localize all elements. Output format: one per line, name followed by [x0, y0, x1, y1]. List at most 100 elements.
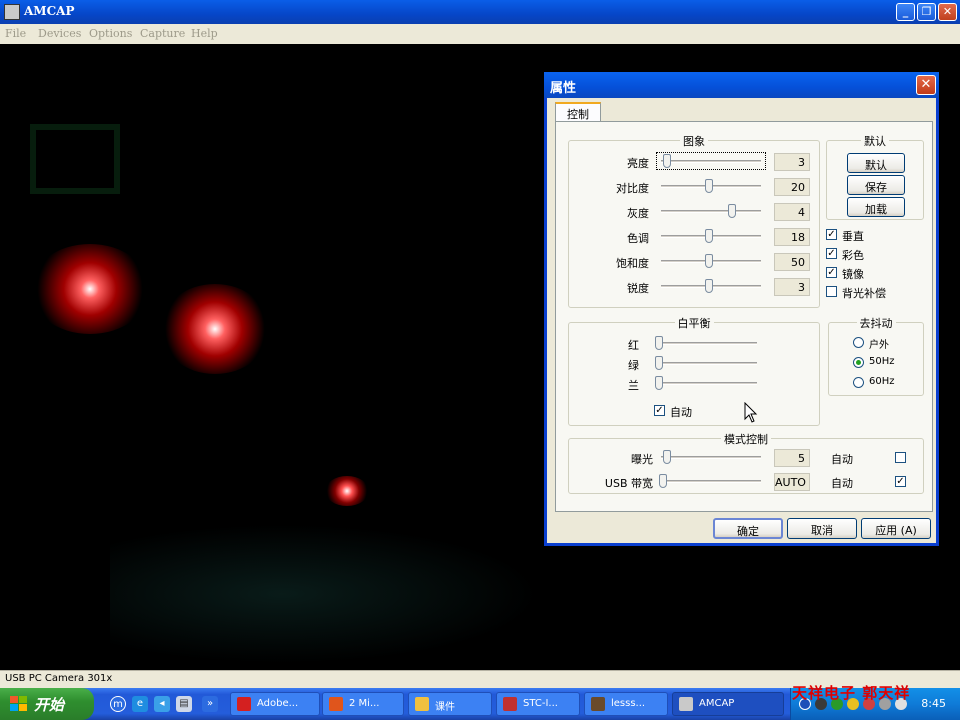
default-group: 默认 默认 保存 加载 [826, 135, 924, 220]
task-amcap[interactable]: AMCAP [672, 692, 784, 716]
slider-thumb[interactable] [705, 279, 714, 293]
image-row-label: 对比度 [616, 182, 649, 195]
option-checkbox[interactable] [826, 286, 837, 297]
task-office[interactable]: 2 Mi... [322, 692, 404, 716]
mode-auto-checkbox[interactable] [895, 452, 906, 463]
menu-bar: File Devices Options Capture Help [0, 24, 960, 44]
image-slider[interactable] [657, 253, 765, 269]
menu-devices[interactable]: Devices [38, 27, 81, 40]
lesson-icon [591, 697, 605, 711]
ok-button[interactable]: 确定 [713, 518, 783, 539]
option-checkbox[interactable]: ✓ [826, 267, 837, 278]
image-value-box: 18 [774, 228, 810, 246]
slider-thumb[interactable] [662, 450, 671, 464]
flicker-radio[interactable] [853, 337, 864, 348]
windows-logo-icon [10, 696, 28, 712]
slider-thumb[interactable] [662, 154, 671, 168]
apply-button[interactable]: 应用 (A) [861, 518, 931, 539]
slider-track [661, 480, 761, 483]
anti-flicker-group: 去抖动 户外 50Hz 60Hz [828, 317, 924, 396]
cancel-button[interactable]: 取消 [787, 518, 857, 539]
option-checkbox[interactable]: ✓ [826, 248, 837, 259]
ie-icon[interactable]: e [132, 696, 148, 712]
messenger-icon[interactable]: m [110, 696, 126, 712]
task-stc[interactable]: STC-I... [496, 692, 580, 716]
white-balance-label: 红 [628, 339, 639, 352]
start-button[interactable]: 开始 [0, 688, 94, 720]
mode-slider[interactable] [657, 449, 765, 465]
dialog-close-button[interactable]: ✕ [916, 75, 936, 95]
mode-row-label: USB 带宽 [604, 477, 653, 490]
image-slider[interactable] [657, 203, 765, 219]
slider-thumb[interactable] [655, 356, 663, 370]
image-group: 图象 亮度 3 对比度 20 灰度 4 色调 18 饱和度 50 锐度 3 [568, 135, 820, 308]
document-icon[interactable]: ▤ [176, 696, 192, 712]
mode-value-box: AUTO [774, 473, 810, 491]
slider-thumb[interactable] [659, 474, 667, 488]
slider-track [657, 342, 757, 345]
image-slider[interactable] [656, 152, 766, 170]
white-balance-slider[interactable] [653, 335, 761, 351]
image-slider[interactable] [657, 178, 765, 194]
start-label: 开始 [34, 696, 65, 714]
task-lesson[interactable]: lesss... [584, 692, 668, 716]
slider-thumb[interactable] [705, 254, 714, 268]
image-slider[interactable] [657, 228, 765, 244]
office-icon [329, 697, 343, 711]
flicker-radio[interactable] [853, 377, 864, 388]
image-slider[interactable] [657, 278, 765, 294]
image-value-box: 3 [774, 153, 810, 171]
watermark-text: 天祥电子 郭天祥 [792, 684, 911, 702]
task-adobe[interactable]: Adobe... [230, 692, 320, 716]
white-balance-label: 绿 [628, 359, 639, 372]
menu-help[interactable]: Help [191, 27, 218, 40]
menu-options[interactable]: Options [89, 27, 132, 40]
show-more-icon[interactable]: » [202, 696, 218, 712]
white-balance-auto-checkbox[interactable]: ✓ [654, 405, 665, 416]
default-button[interactable]: 默认 [847, 153, 905, 173]
mode-auto-label: 自动 [831, 477, 853, 490]
flicker-radio-label: 60Hz [869, 376, 895, 387]
media-icon[interactable]: ◂ [154, 696, 170, 712]
mode-slider[interactable] [657, 473, 765, 489]
dialog-title-bar[interactable]: 属性 ✕ [544, 72, 939, 98]
option-checkbox[interactable]: ✓ [826, 229, 837, 240]
menu-capture[interactable]: Capture [140, 27, 185, 40]
image-group-title: 图象 [680, 135, 708, 148]
mode-auto-label: 自动 [831, 453, 853, 466]
close-button[interactable]: ✕ [938, 3, 957, 21]
task-folder[interactable]: 课件 [408, 692, 492, 716]
folder-icon [415, 697, 429, 711]
tab-control[interactable]: 控制 [555, 102, 601, 122]
load-button[interactable]: 加载 [847, 197, 905, 217]
mode-row-label: 曝光 [631, 453, 653, 466]
flicker-radio-label: 50Hz [869, 356, 895, 367]
slider-thumb[interactable] [728, 204, 737, 218]
mode-auto-checkbox[interactable]: ✓ [895, 476, 906, 487]
image-row-label: 亮度 [627, 157, 649, 170]
image-value-box: 50 [774, 253, 810, 271]
flicker-radio[interactable] [853, 357, 864, 368]
minimize-button[interactable]: _ [896, 3, 915, 21]
white-balance-auto-label: 自动 [670, 406, 692, 419]
menu-file[interactable]: File [5, 27, 26, 40]
slider-thumb[interactable] [655, 336, 663, 350]
image-value-box: 3 [774, 278, 810, 296]
white-balance-slider[interactable] [653, 355, 761, 371]
board-pattern [110, 524, 540, 664]
option-checkbox-label: 垂直 [842, 230, 864, 243]
led-light-2 [160, 284, 270, 374]
white-balance-group: 白平衡 红绿兰 ✓ 自动 [568, 317, 820, 426]
image-value-box: 20 [774, 178, 810, 196]
maximize-button[interactable]: ❐ [917, 3, 936, 21]
save-button[interactable]: 保存 [847, 175, 905, 195]
slider-thumb[interactable] [655, 376, 663, 390]
white-balance-slider[interactable] [653, 375, 761, 391]
led-light-1 [30, 244, 150, 334]
app-title-bar[interactable]: AMCAP _ ❐ ✕ [0, 0, 960, 24]
tab-panel: 图象 亮度 3 对比度 20 灰度 4 色调 18 饱和度 50 锐度 3 默认 默认 保存 加载 ✓… [555, 121, 933, 512]
clock[interactable]: 8:45 [921, 697, 946, 710]
slider-thumb[interactable] [705, 229, 714, 243]
slider-thumb[interactable] [705, 179, 714, 193]
option-checkbox-label: 背光补偿 [842, 287, 886, 300]
